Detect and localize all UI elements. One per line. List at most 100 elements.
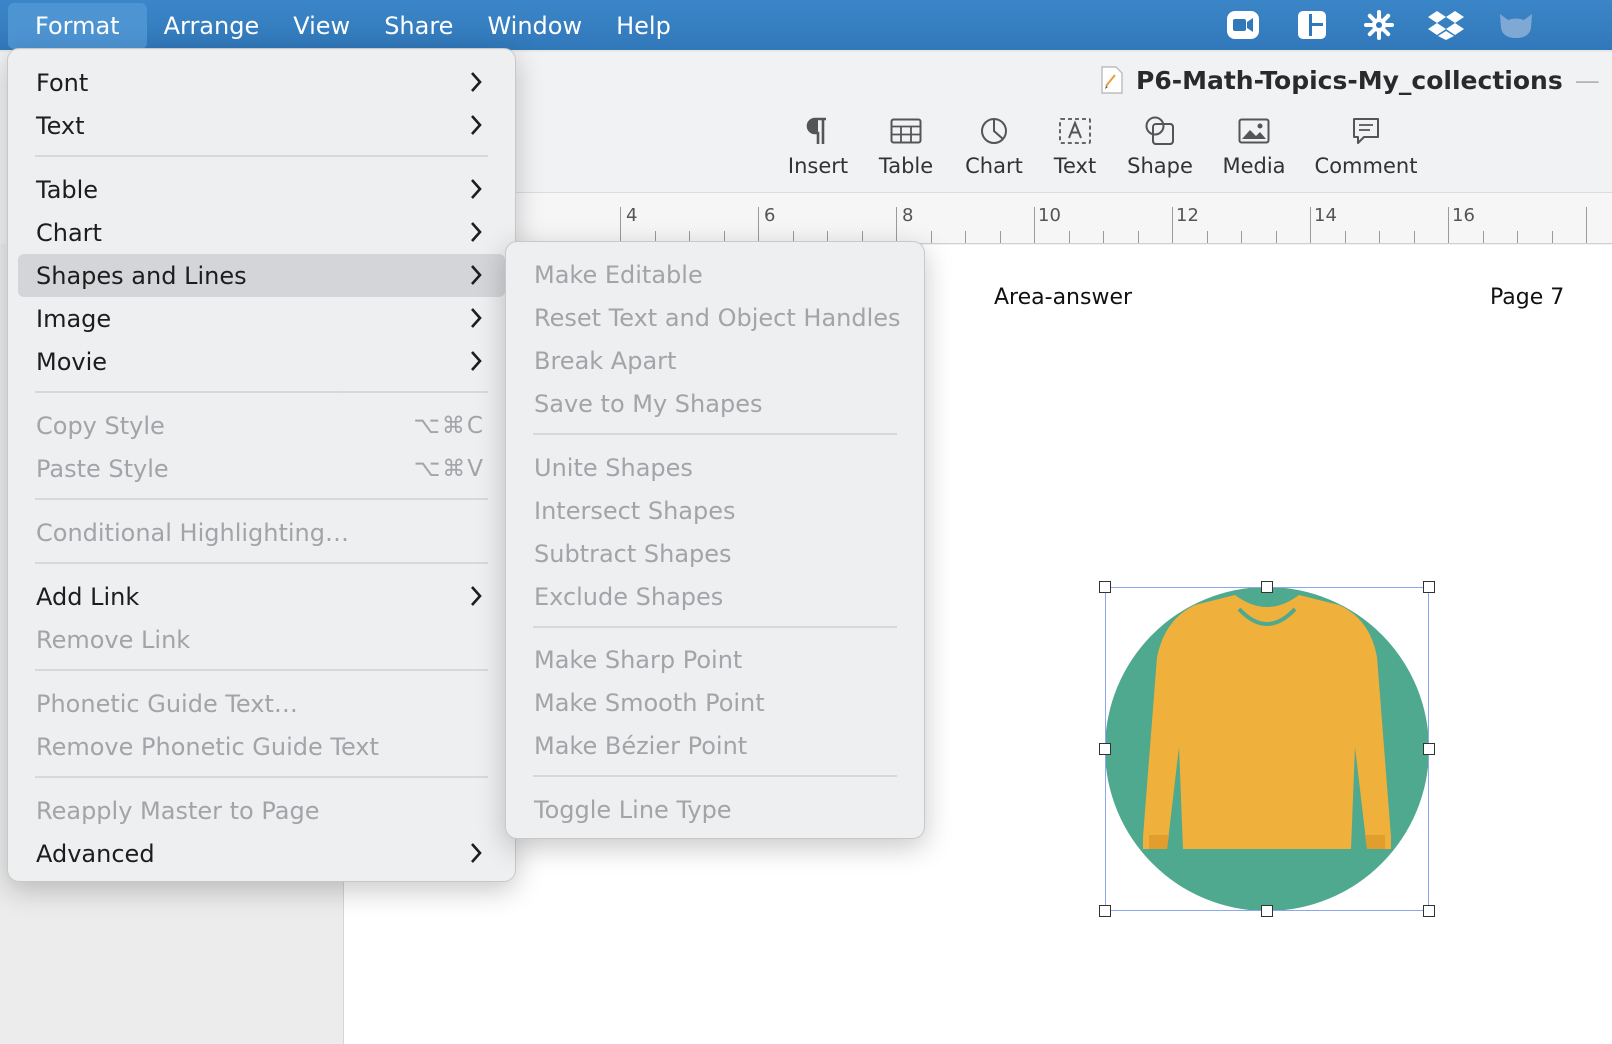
chevron-right-icon: [471, 115, 482, 135]
page-header-right[interactable]: Page 7: [1490, 285, 1564, 310]
layout-app-icon[interactable]: [1294, 0, 1330, 50]
resize-handle-top-right[interactable]: [1423, 581, 1435, 593]
menu-view[interactable]: View: [276, 3, 367, 49]
menu-item-label: Save to My Shapes: [534, 389, 763, 418]
resize-handle-top[interactable]: [1261, 581, 1273, 593]
ruler-tick: [1275, 231, 1277, 243]
menu-item-label: Copy Style: [36, 411, 165, 440]
ruler-tick: [758, 207, 759, 243]
dropbox-icon[interactable]: [1426, 0, 1466, 50]
resize-handle-bottom[interactable]: [1261, 905, 1273, 917]
comment-button[interactable]: Comment: [1306, 112, 1426, 178]
document-icon: [1101, 66, 1123, 94]
menu-item-label: Movie: [36, 347, 108, 376]
menu-item-label: Paste Style: [36, 454, 169, 483]
menu-item-remove-link[interactable]: Remove Link: [18, 618, 505, 661]
ruler-label: 14: [1314, 205, 1337, 226]
table-icon: [890, 118, 922, 144]
menu-item-exclude-shapes[interactable]: Exclude Shapes: [516, 575, 914, 618]
menu-item-phonetic-guide-text[interactable]: Phonetic Guide Text…: [18, 682, 505, 725]
menu-item-make-editable[interactable]: Make Editable: [516, 253, 914, 296]
media-button[interactable]: Media: [1204, 112, 1304, 178]
menu-item-label: Make Bézier Point: [534, 731, 748, 760]
table-button[interactable]: Table: [856, 112, 956, 178]
menu-format[interactable]: Format: [8, 3, 147, 49]
ruler-label: 10: [1038, 205, 1061, 226]
menu-item-label: Remove Phonetic Guide Text: [36, 732, 379, 761]
menu-item-conditional-highlighting[interactable]: Conditional Highlighting…: [18, 511, 505, 554]
menu-help[interactable]: Help: [599, 3, 688, 49]
menu-item-make-bezier-point[interactable]: Make Bézier Point: [516, 724, 914, 767]
ruler-tick: [1241, 231, 1242, 243]
shape-button[interactable]: Shape: [1110, 112, 1210, 178]
menu-separator: [35, 776, 488, 778]
menu-item-label: Make Sharp Point: [534, 645, 743, 674]
media-label: Media: [1222, 154, 1286, 178]
menu-window[interactable]: Window: [470, 3, 599, 49]
menu-item-save-to-my-shapes[interactable]: Save to My Shapes: [516, 382, 914, 425]
cat-icon[interactable]: [1494, 0, 1538, 50]
menu-item-advanced[interactable]: Advanced: [18, 832, 505, 875]
gear-icon[interactable]: [1360, 0, 1398, 50]
chevron-right-icon: [471, 222, 482, 242]
menu-item-toggle-line-type[interactable]: Toggle Line Type: [516, 788, 914, 831]
menu-item-label: Exclude Shapes: [534, 582, 724, 611]
menu-item-label: Font: [36, 68, 89, 97]
ruler-label: 8: [902, 205, 914, 226]
menu-item-unite-shapes[interactable]: Unite Shapes: [516, 446, 914, 489]
menu-item-reapply-master[interactable]: Reapply Master to Page: [18, 789, 505, 832]
insert-label: Insert: [787, 154, 849, 178]
resize-handle-bottom-left[interactable]: [1099, 905, 1111, 917]
title-separator: —: [1574, 65, 1600, 95]
menu-item-subtract-shapes[interactable]: Subtract Shapes: [516, 532, 914, 575]
ruler-tick: [1068, 231, 1070, 243]
menu-item-shapes-and-lines[interactable]: Shapes and Lines: [18, 254, 505, 297]
ruler-tick: [965, 231, 966, 243]
menu-item-break-apart[interactable]: Break Apart: [516, 339, 914, 382]
menu-item-image[interactable]: Image: [18, 297, 505, 340]
menu-item-remove-phonetic-guide-text[interactable]: Remove Phonetic Guide Text: [18, 725, 505, 768]
menu-arrange[interactable]: Arrange: [147, 3, 277, 49]
menu-separator: [35, 562, 488, 564]
resize-handle-right[interactable]: [1423, 743, 1435, 755]
resize-handle-left[interactable]: [1099, 743, 1111, 755]
menu-share[interactable]: Share: [367, 3, 470, 49]
menu-item-movie[interactable]: Movie: [18, 340, 505, 383]
menu-item-label: Advanced: [36, 839, 155, 868]
menu-item-font[interactable]: Font: [18, 61, 505, 104]
menu-item-label: Phonetic Guide Text…: [36, 689, 298, 718]
resize-handle-bottom-right[interactable]: [1423, 905, 1435, 917]
ruler-tick: [930, 231, 932, 243]
menu-item-table[interactable]: Table: [18, 168, 505, 211]
menu-item-make-smooth-point[interactable]: Make Smooth Point: [516, 681, 914, 724]
menu-item-text[interactable]: Text: [18, 104, 505, 147]
shortcut-label: ⌥⌘C: [413, 412, 485, 439]
menu-item-copy-style[interactable]: Copy Style ⌥⌘C: [18, 404, 505, 447]
ruler-tick: [1448, 207, 1449, 243]
document-title: P6-Math-Topics-My_collections: [1136, 65, 1563, 95]
menu-item-reset-handles[interactable]: Reset Text and Object Handles: [516, 296, 914, 339]
menu-separator: [35, 669, 488, 671]
menu-separator: [35, 155, 488, 157]
insert-button[interactable]: Insert: [768, 112, 868, 178]
menu-item-paste-style[interactable]: Paste Style ⌥⌘V: [18, 447, 505, 490]
chevron-right-icon: [471, 179, 482, 199]
menu-item-label: Remove Link: [36, 625, 191, 654]
ruler-tick: [1517, 231, 1518, 243]
text-box-icon: [1059, 118, 1091, 144]
menu-item-add-link[interactable]: Add Link: [18, 575, 505, 618]
ruler-tick: [1103, 231, 1104, 243]
menu-item-label: Chart: [36, 218, 102, 247]
page-header-left[interactable]: Area-answer: [994, 285, 1132, 310]
pilcrow-icon: [806, 117, 826, 144]
menu-separator: [533, 775, 897, 777]
resize-handle-top-left[interactable]: [1099, 581, 1111, 593]
menu-item-intersect-shapes[interactable]: Intersect Shapes: [516, 489, 914, 532]
horizontal-ruler[interactable]: 4 6 8 10 12 14 16: [516, 192, 1612, 244]
menu-item-make-sharp-point[interactable]: Make Sharp Point: [516, 638, 914, 681]
menu-item-chart[interactable]: Chart: [18, 211, 505, 254]
zoom-icon[interactable]: [1224, 0, 1262, 50]
menu-item-label: Image: [36, 304, 112, 333]
menu-item-label: Text: [36, 111, 85, 140]
ruler-tick: [1137, 231, 1139, 243]
